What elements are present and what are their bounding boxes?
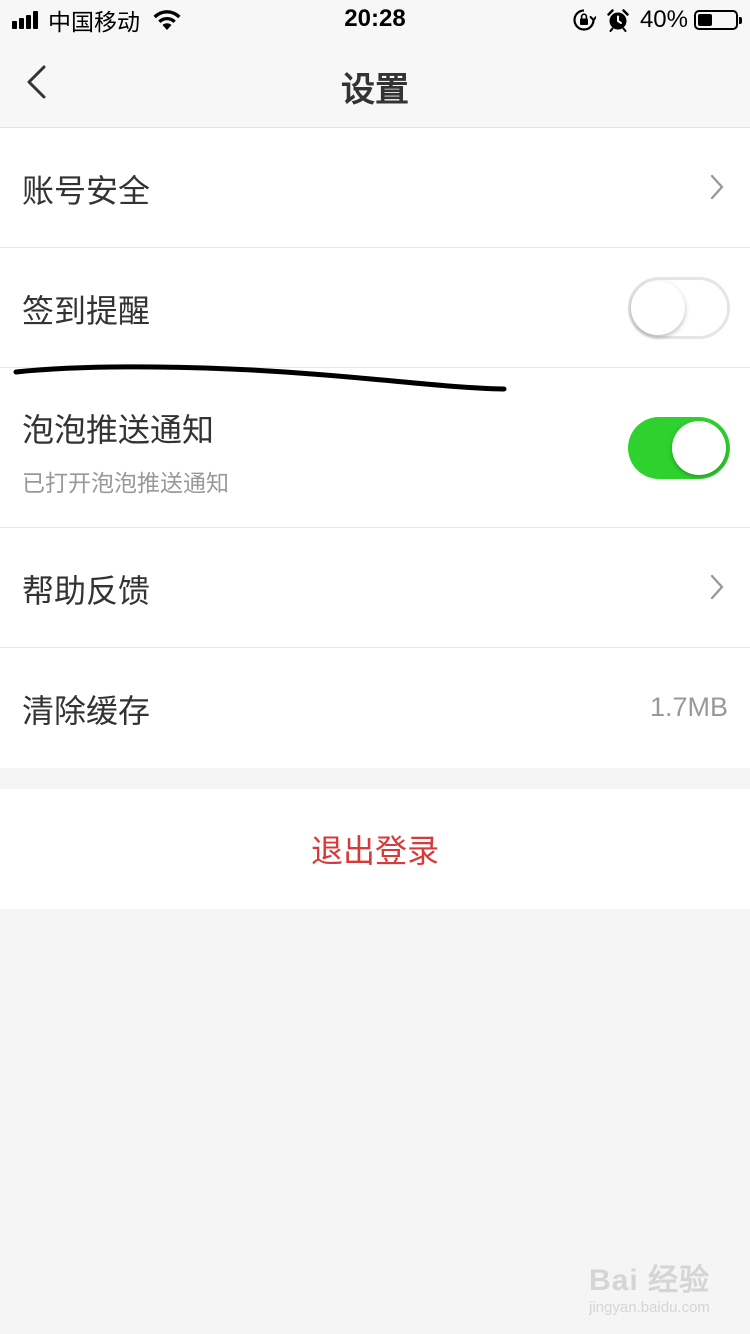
baidu-jingyan-watermark: Bai 经验 jingyan.baidu.com: [589, 1255, 710, 1316]
page-title: 设置: [341, 70, 409, 110]
orientation-lock-icon: [572, 8, 596, 32]
watermark-url: jingyan.baidu.com: [589, 1299, 710, 1316]
toggle-knob: [631, 281, 685, 335]
battery-level: [698, 14, 712, 26]
chevron-right-icon: [710, 174, 724, 200]
chevron-right-icon: [710, 574, 724, 600]
status-bar: 中国移动 20:28 40%: [0, 0, 750, 40]
battery-percent: 40%: [639, 6, 688, 33]
checkin-reminder-toggle[interactable]: [628, 277, 730, 339]
settings-list: 账号安全 签到提醒 泡泡推送通知 已打开泡泡推送通知 帮助反馈 清除缓存 1.7…: [0, 128, 750, 768]
nav-bar: 设置: [0, 40, 750, 128]
bubble-push-toggle[interactable]: [628, 417, 730, 479]
battery-icon: [694, 10, 742, 30]
row-label: 账号安全: [22, 172, 151, 210]
row-label: 签到提醒: [22, 292, 151, 330]
logout-label: 退出登录: [310, 832, 439, 870]
alarm-icon: [606, 8, 630, 32]
row-label: 清除缓存: [22, 692, 151, 730]
logout-button[interactable]: 退出登录: [0, 789, 750, 909]
settings-row-help-feedback[interactable]: 帮助反馈: [0, 528, 750, 648]
toggle-knob: [672, 421, 726, 475]
settings-row-clear-cache[interactable]: 清除缓存 1.7MB: [0, 648, 750, 768]
settings-row-account-security[interactable]: 账号安全: [0, 128, 750, 248]
row-label: 帮助反馈: [22, 572, 151, 610]
row-sublabel: 已打开泡泡推送通知: [22, 471, 229, 497]
watermark-logo: Bai 经验: [588, 1264, 710, 1297]
settings-row-bubble-push: 泡泡推送通知 已打开泡泡推送通知: [0, 368, 750, 528]
cache-size-value: 1.7MB: [649, 692, 728, 722]
row-label: 泡泡推送通知: [22, 411, 215, 449]
settings-row-checkin-reminder: 签到提醒: [0, 248, 750, 368]
status-right: 40%: [572, 6, 742, 34]
